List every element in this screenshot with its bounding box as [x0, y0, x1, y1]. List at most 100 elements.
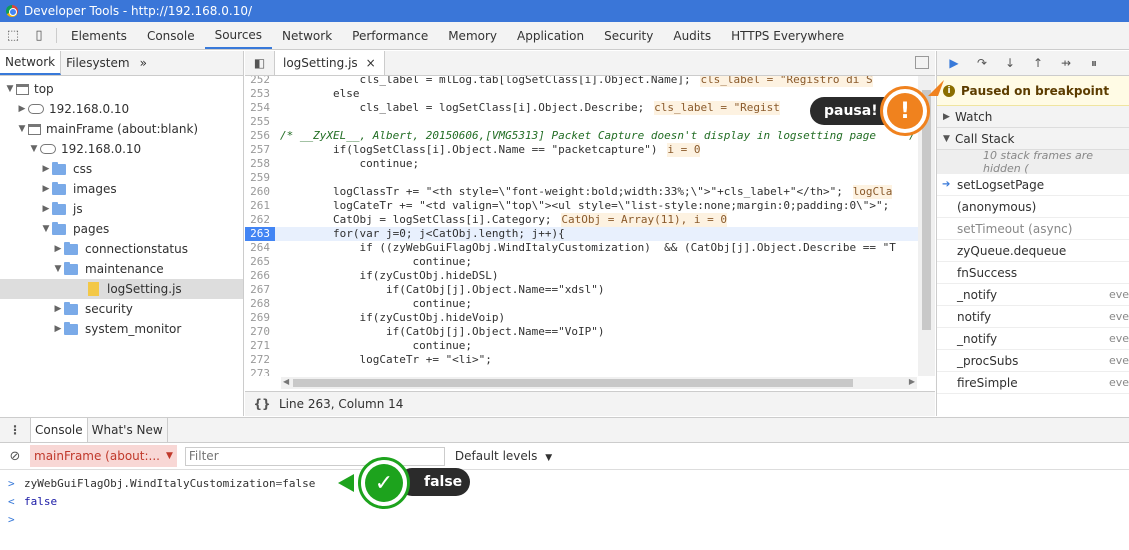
- chevron-down-icon[interactable]: ▼: [28, 144, 40, 154]
- scroll-right-icon[interactable]: ▶: [909, 377, 915, 386]
- code-line[interactable]: 271 continue;: [245, 339, 918, 353]
- chevron-down-icon[interactable]: ▼: [40, 224, 52, 234]
- pause-on-exceptions-icon[interactable]: ⏸: [1085, 54, 1103, 72]
- step-over-icon[interactable]: ↷: [973, 54, 991, 72]
- toggle-navigator-icon[interactable]: ◧: [245, 51, 275, 75]
- tab-memory[interactable]: Memory: [438, 22, 507, 49]
- callstack-frame[interactable]: _notify eve: [937, 328, 1129, 350]
- line-number[interactable]: 269: [245, 311, 275, 325]
- step-into-icon[interactable]: ↓: [1001, 54, 1019, 72]
- hidden-frames-note[interactable]: 10 stack frames are hidden (: [937, 149, 1129, 175]
- code-line[interactable]: 259: [245, 171, 918, 185]
- deactivate-breakpoints-icon[interactable]: ⇸: [1057, 54, 1075, 72]
- line-number[interactable]: 252: [245, 76, 275, 87]
- device-toolbar-icon[interactable]: ▯: [26, 22, 52, 49]
- tree-item[interactable]: ▶ system_monitor: [0, 319, 243, 339]
- code-line[interactable]: 266 if(zyCustObj.hideDSL): [245, 269, 918, 283]
- more-tabs-icon[interactable]: »: [135, 51, 152, 75]
- code-line[interactable]: 261 logCateTr += "<td valign=\"top\"><ul…: [245, 199, 918, 213]
- line-number[interactable]: 257: [245, 143, 275, 157]
- console-prompt-row[interactable]: >: [0, 510, 1129, 528]
- tab-filesystem[interactable]: Filesystem: [61, 51, 134, 75]
- chevron-right-icon[interactable]: ▶: [40, 184, 52, 194]
- line-number[interactable]: 272: [245, 353, 275, 367]
- tree-item[interactable]: ▼ maintenance: [0, 259, 243, 279]
- tree-item[interactable]: ▶ js: [0, 199, 243, 219]
- tab-console[interactable]: Console: [137, 22, 205, 49]
- tree-item[interactable]: ▼ top: [0, 79, 243, 99]
- file-tab-logsetting[interactable]: logSetting.js ×: [275, 51, 385, 75]
- code-line[interactable]: 267 if(CatObj[j].Object.Name=="xdsl"): [245, 283, 918, 297]
- code-line[interactable]: 262 CatObj = logSetClass[i].Category; Cat…: [245, 213, 918, 227]
- pretty-print-icon[interactable]: {}: [245, 397, 279, 411]
- line-number[interactable]: 273: [245, 367, 275, 376]
- line-number[interactable]: 265: [245, 255, 275, 269]
- tab-performance[interactable]: Performance: [342, 22, 438, 49]
- chevron-right-icon[interactable]: ▶: [52, 324, 64, 334]
- line-number[interactable]: 266: [245, 269, 275, 283]
- line-number[interactable]: 254: [245, 101, 275, 115]
- tab-security[interactable]: Security: [594, 22, 663, 49]
- line-number[interactable]: 261: [245, 199, 275, 213]
- code-line[interactable]: 260 logClassTr += "<th style=\"font-weig…: [245, 185, 918, 199]
- line-number[interactable]: 255: [245, 115, 275, 129]
- code-line[interactable]: 252 cls_label = mlLog.tab[logSetClass[i]…: [245, 76, 918, 87]
- line-number[interactable]: 260: [245, 185, 275, 199]
- line-number[interactable]: 267: [245, 283, 275, 297]
- callstack-frame[interactable]: fireSimple eve: [937, 372, 1129, 394]
- line-number[interactable]: 264: [245, 241, 275, 255]
- tree-item[interactable]: ▼ mainFrame (about:blank): [0, 119, 243, 139]
- tree-item[interactable]: ▶ 192.168.0.10: [0, 99, 243, 119]
- chevron-down-icon[interactable]: ▼: [52, 264, 64, 274]
- code-line[interactable]: 265 continue;: [245, 255, 918, 269]
- callstack-frame[interactable]: notify eve: [937, 306, 1129, 328]
- chevron-down-icon[interactable]: ▼: [4, 84, 16, 94]
- chevron-right-icon[interactable]: ▶: [52, 304, 64, 314]
- tree-item[interactable]: ▶ images: [0, 179, 243, 199]
- chevron-right-icon[interactable]: ▶: [16, 104, 28, 114]
- code-line[interactable]: 264 if ((zyWebGuiFlagObj.WindItalyCustom…: [245, 241, 918, 255]
- callstack-frame[interactable]: zyQueue.dequeue: [937, 240, 1129, 262]
- console-filter-input[interactable]: [184, 446, 445, 466]
- chevron-right-icon[interactable]: ▶: [40, 164, 52, 174]
- line-number[interactable]: 253: [245, 87, 275, 101]
- watch-section[interactable]: ▶ Watch: [937, 106, 1129, 128]
- tree-item[interactable]: ▶ connectionstatus: [0, 239, 243, 259]
- chevron-right-icon[interactable]: ▶: [52, 244, 64, 254]
- callstack-frame[interactable]: ➔ setLogsetPage: [937, 174, 1129, 196]
- code-line[interactable]: 272 logCateTr += "<li>";: [245, 353, 918, 367]
- callstack-frame[interactable]: _notify eve: [937, 284, 1129, 306]
- horizontal-scrollbar[interactable]: ◀ ▶: [281, 377, 917, 389]
- line-number[interactable]: 262: [245, 213, 275, 227]
- line-number[interactable]: 268: [245, 297, 275, 311]
- line-number[interactable]: 256: [245, 129, 275, 143]
- line-number[interactable]: 259: [245, 171, 275, 185]
- tab-console[interactable]: Console: [30, 418, 88, 442]
- code-line[interactable]: 269 if(zyCustObj.hideVoip): [245, 311, 918, 325]
- tree-item[interactable]: logSetting.js: [0, 279, 243, 299]
- scroll-thumb[interactable]: [293, 379, 853, 387]
- log-levels-dropdown[interactable]: Default levels ▼: [455, 449, 552, 463]
- context-selector[interactable]: mainFrame (about:... ▼: [30, 445, 177, 467]
- callstack-section[interactable]: ▼ Call Stack: [937, 128, 1129, 150]
- toggle-debugger-icon[interactable]: [915, 56, 929, 69]
- tree-item[interactable]: ▶ security: [0, 299, 243, 319]
- tree-item[interactable]: ▶ css: [0, 159, 243, 179]
- scroll-left-icon[interactable]: ◀: [283, 377, 289, 386]
- callstack-frame[interactable]: _procSubs eve: [937, 350, 1129, 372]
- code-line[interactable]: 268 continue;: [245, 297, 918, 311]
- clear-console-icon[interactable]: ⊘: [0, 449, 30, 464]
- chevron-down-icon[interactable]: ▼: [16, 124, 28, 134]
- tab-application[interactable]: Application: [507, 22, 594, 49]
- line-number[interactable]: 258: [245, 157, 275, 171]
- tab-network[interactable]: Network: [272, 22, 342, 49]
- step-out-icon[interactable]: ↑: [1029, 54, 1047, 72]
- code-line[interactable]: 258 continue;: [245, 157, 918, 171]
- tab-audits[interactable]: Audits: [663, 22, 721, 49]
- code-line[interactable]: 273: [245, 367, 918, 376]
- inspect-element-icon[interactable]: ⬚: [0, 22, 26, 49]
- tab-network[interactable]: Network: [0, 51, 62, 75]
- chevron-right-icon[interactable]: ▶: [40, 204, 52, 214]
- tab-sources[interactable]: Sources: [204, 22, 273, 49]
- tree-item[interactable]: ▼ pages: [0, 219, 243, 239]
